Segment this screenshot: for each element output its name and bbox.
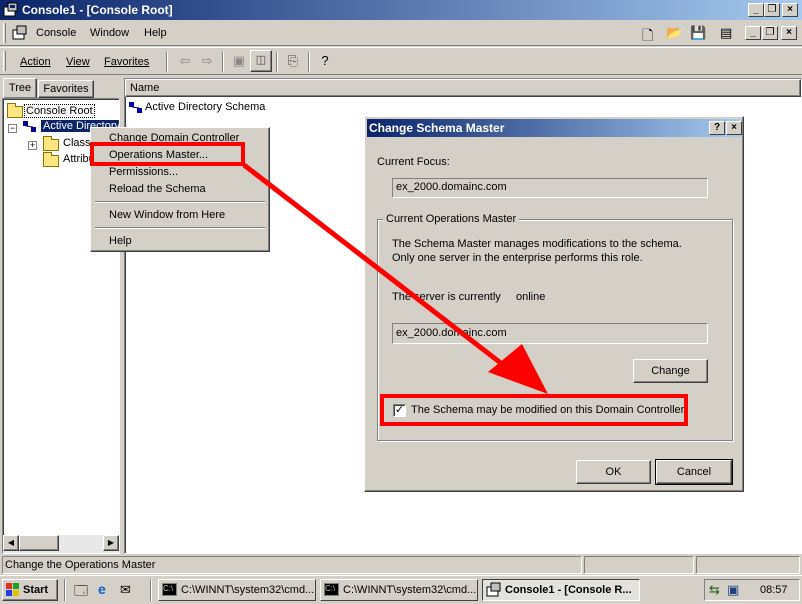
taskbar-separator [64,579,66,601]
internet-explorer-icon[interactable]: e [98,581,106,597]
status-text: Change the Operations Master [5,559,156,571]
monitor-icon[interactable]: ▣ [727,582,739,598]
taskbar-button-cmd-1[interactable]: C:\ C:\WINNT\system32\cmd... [158,579,316,601]
app-icon [486,582,502,598]
start-button[interactable]: Start [2,579,58,601]
taskbar-label: C:\WINNT\system32\cmd... [343,584,477,596]
taskbar-label: C:\WINNT\system32\cmd... [181,584,315,596]
taskbar: Start 🗔 e ✉ C:\ C:\WINNT\system32\cmd...… [0,575,802,604]
status-panel-main: Change the Operations Master [2,556,582,574]
cmd-icon: C:\ [162,583,177,596]
show-desktop-icon[interactable]: 🗔 [74,582,88,604]
cmd-icon: C:\ [324,583,339,596]
system-tray: ⇆ ▣ 08:57 [704,579,800,601]
outlook-icon[interactable]: ✉ [120,582,131,598]
taskbar-label: Console1 - [Console R... [505,584,632,596]
annotation-arrow [242,163,548,394]
windows-logo-icon [6,583,20,597]
status-panel-2 [584,556,694,574]
network-icon[interactable]: ⇆ [709,582,720,598]
taskbar-button-console[interactable]: Console1 - [Console R... [482,579,640,601]
taskbar-button-cmd-2[interactable]: C:\ C:\WINNT\system32\cmd... [320,579,478,601]
clock[interactable]: 08:57 [760,584,788,596]
taskbar-separator [150,579,152,601]
status-panel-3 [696,556,800,574]
start-label: Start [23,584,49,596]
status-bar: Change the Operations Master [0,555,802,575]
